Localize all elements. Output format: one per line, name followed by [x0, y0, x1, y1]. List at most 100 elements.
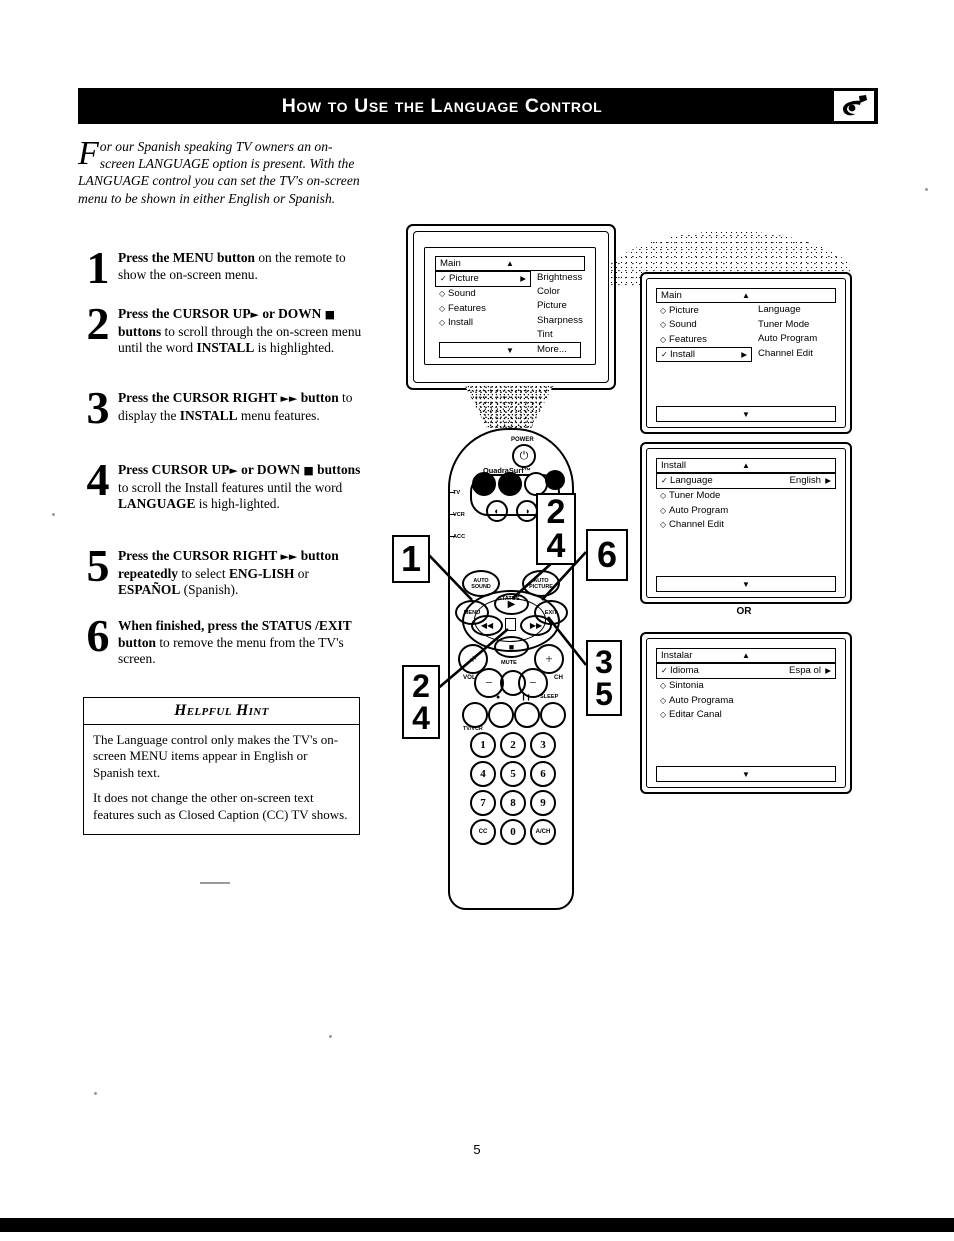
mute-label: MUTE — [501, 660, 517, 666]
osd-sub-item[interactable]: Auto Program — [758, 332, 836, 347]
quadrasurf-button-6[interactable]: ◑ — [516, 500, 538, 522]
power-button[interactable]: ⏻ — [512, 444, 536, 468]
scroll-up-icon[interactable]: ▲ — [742, 289, 750, 302]
scroll-down-bar[interactable]: ▼ — [656, 766, 836, 782]
key-3[interactable]: 3 — [530, 732, 556, 758]
quadrasurf-button-2[interactable] — [498, 472, 522, 496]
osd-item-language[interactable]: ✓ Language English ▶ — [656, 473, 836, 489]
key-7[interactable]: 7 — [470, 790, 496, 816]
osd-item-features[interactable]: ◇ Features — [656, 332, 752, 347]
callout-digit: 4 — [546, 527, 566, 565]
step-number: 6 — [86, 610, 110, 661]
osd-item-sintonia[interactable]: ◇ Sintonia — [656, 679, 836, 694]
osd-sub-item[interactable]: Brightness — [537, 271, 585, 285]
diamond-icon: ◇ — [660, 681, 667, 691]
quadrasurf-button-4[interactable] — [545, 470, 565, 490]
drop-cap: F — [78, 135, 99, 172]
cursor-center-icon[interactable] — [505, 618, 516, 631]
cursor-right-button[interactable]: ▶▶ — [520, 615, 552, 636]
scroll-up-icon[interactable]: ▲ — [506, 257, 514, 270]
key-5[interactable]: 5 — [500, 761, 526, 787]
volume-label: VOL — [463, 674, 476, 681]
osd-item-label: Language — [670, 475, 713, 487]
osd-item-tuner-mode[interactable]: ◇ Tuner Mode — [656, 489, 836, 504]
osd-item-features[interactable]: ◇ Features — [435, 301, 531, 316]
cursor-up-button[interactable]: ▶ — [494, 593, 529, 615]
osd-title-text: Install — [661, 460, 687, 471]
cursor-left-button[interactable]: ◀◀ — [471, 615, 503, 636]
key-1[interactable]: 1 — [470, 732, 496, 758]
osd-item-label: Features — [448, 302, 486, 314]
source-label-vcr: VCR — [448, 512, 465, 518]
scan-speck — [329, 1035, 332, 1038]
page-title: How to Use the Language Control — [281, 94, 603, 117]
tv-vcr-button[interactable] — [462, 702, 488, 728]
key-a-ch[interactable]: A/CH — [530, 819, 556, 845]
osd-item-picture[interactable]: ◇ Picture — [656, 303, 752, 318]
osd-sub-item[interactable]: Sharpness — [537, 314, 585, 329]
step-number: 1 — [86, 242, 110, 293]
osd-sub-item[interactable]: Tint — [537, 328, 585, 343]
scroll-down-bar[interactable]: ▼ — [656, 406, 836, 422]
osd-sub-item[interactable]: Tuner Mode — [758, 318, 836, 333]
osd-item-label: Idioma — [670, 665, 699, 677]
osd-item-sound[interactable]: ◇ Sound — [435, 287, 531, 302]
key-4[interactable]: 4 — [470, 761, 496, 787]
cursor-down-button[interactable]: ■ — [494, 636, 529, 658]
key-2[interactable]: 2 — [500, 732, 526, 758]
scroll-down-bar[interactable]: ▼ — [439, 342, 581, 358]
diamond-icon: ◇ — [660, 305, 667, 315]
scan-speck — [52, 513, 55, 516]
osd-item-picture[interactable]: ✓ Picture ▶ — [435, 271, 531, 287]
chevron-right-icon: ▶ — [825, 666, 831, 676]
diamond-icon: ◇ — [439, 303, 446, 313]
osd-item-editar-canal[interactable]: ◇ Editar Canal — [656, 708, 836, 723]
sleep-button[interactable] — [540, 702, 566, 728]
osd-sub-item[interactable]: Picture — [537, 299, 585, 314]
key-cc[interactable]: CC — [470, 819, 496, 845]
footer-bar — [0, 1218, 954, 1232]
key-8[interactable]: 8 — [500, 790, 526, 816]
step-text: Press the MENU button on the remote to s… — [118, 250, 346, 282]
step-number: 5 — [86, 540, 110, 591]
scroll-up-icon[interactable]: ▲ — [742, 649, 750, 662]
check-icon: ✓ — [661, 349, 668, 359]
check-icon: ✓ — [661, 666, 668, 676]
osd-sub-item[interactable]: Color — [537, 285, 585, 300]
callout-1: 1 — [392, 535, 430, 583]
osd-columns: ◇ Picture ◇ Sound ◇ Features ✓ Install ▶… — [656, 303, 836, 362]
scroll-up-icon[interactable]: ▲ — [742, 459, 750, 472]
record-button[interactable] — [488, 702, 514, 728]
key-6[interactable]: 6 — [530, 761, 556, 787]
hint-title: Helpful Hint — [84, 698, 359, 725]
pause-icon: ❙❙ — [521, 695, 532, 701]
step-item: 3 Press the CURSOR RIGHT ►► button to di… — [78, 385, 363, 450]
osd-item-channel-edit[interactable]: ◇ Channel Edit — [656, 518, 836, 533]
osd-sub-item[interactable]: Channel Edit — [758, 347, 836, 362]
osd-item-auto-program[interactable]: ◇ Auto Program — [656, 503, 836, 518]
intro-text: or our Spanish speaking TV owners an on-… — [78, 139, 360, 206]
osd-item-install[interactable]: ✓ Install ▶ — [656, 346, 752, 362]
scroll-down-bar[interactable]: ▼ — [656, 576, 836, 592]
quadrasurf-button-1[interactable] — [472, 472, 496, 496]
step-text: Press CURSOR UP► or DOWN ■ buttons to sc… — [118, 462, 361, 512]
osd-item-sound[interactable]: ◇ Sound — [656, 318, 752, 333]
osd-item-auto-programa[interactable]: ◇ Auto Programa — [656, 693, 836, 708]
osd-item-label: Install — [448, 317, 474, 329]
key-9[interactable]: 9 — [530, 790, 556, 816]
quadrasurf-button-5[interactable]: ◐ — [486, 500, 508, 522]
osd-body: Main ▲ ◇ Picture ◇ Sound ◇ Features ✓ In… — [656, 288, 836, 420]
osd-item-idioma[interactable]: ✓ Idioma Espa ol ▶ — [656, 663, 836, 679]
osd-left-column: ◇ Picture ◇ Sound ◇ Features ✓ Install ▶ — [656, 303, 752, 362]
osd-item-install[interactable]: ◇ Install — [435, 316, 531, 331]
pause-button[interactable] — [514, 702, 540, 728]
mute-button[interactable] — [500, 670, 526, 696]
key-0[interactable]: 0 — [500, 819, 526, 845]
power-label: POWER — [511, 437, 534, 443]
diamond-icon: ◇ — [660, 505, 667, 515]
step-item: 2 Press the CURSOR UP► or DOWN ■ buttons… — [78, 301, 363, 378]
osd-install-english-panel: Install ▲ ✓ Language English ▶ ◇ Tuner M… — [640, 442, 852, 604]
osd-sub-item[interactable]: Language — [758, 303, 836, 318]
callout-6: 6 — [586, 529, 628, 581]
scroll-down-icon: ▼ — [506, 345, 514, 355]
